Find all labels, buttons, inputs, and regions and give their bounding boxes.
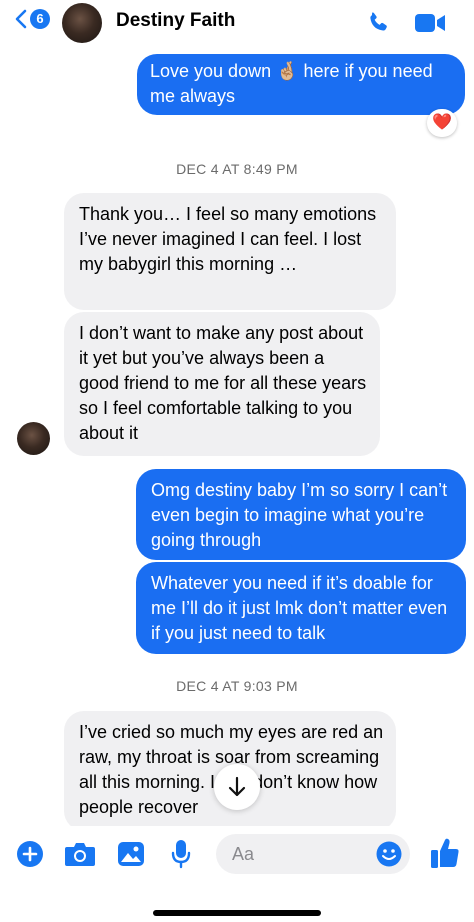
microphone-icon[interactable]	[171, 839, 191, 869]
scroll-to-bottom-button[interactable]	[214, 764, 260, 810]
back-button[interactable]: 6	[14, 9, 50, 29]
chat-header: 6 Destiny Faith	[0, 0, 474, 46]
message-outgoing[interactable]: Whatever you need if it’s doable for me …	[136, 562, 466, 654]
photo-gallery-icon[interactable]	[117, 841, 145, 867]
message-incoming[interactable]: I don’t want to make any post about it y…	[64, 312, 380, 456]
message-timestamp: DEC 4 AT 8:49 PM	[176, 161, 298, 177]
message-outgoing[interactable]: Love you down 🤞🏼 here if you need me alw…	[137, 54, 465, 115]
heart-reaction-icon[interactable]: ❤️	[427, 109, 457, 137]
arrow-down-icon	[228, 776, 246, 797]
camera-icon[interactable]	[64, 841, 96, 867]
contact-avatar-small[interactable]	[17, 422, 50, 455]
contact-avatar[interactable]	[62, 3, 102, 43]
message-composer: Aa	[0, 826, 474, 922]
video-call-icon[interactable]	[414, 12, 446, 34]
emoji-icon[interactable]	[376, 841, 402, 867]
thumbs-up-icon[interactable]	[430, 837, 460, 869]
chevron-left-icon	[15, 9, 27, 29]
phone-call-icon[interactable]	[365, 10, 391, 36]
contact-name[interactable]: Destiny Faith	[116, 10, 235, 32]
home-indicator	[153, 910, 321, 916]
message-input[interactable]: Aa	[216, 834, 410, 874]
plus-icon[interactable]	[16, 840, 44, 868]
message-timestamp: DEC 4 AT 9:03 PM	[176, 678, 298, 694]
message-input-placeholder: Aa	[232, 844, 255, 864]
unread-count-badge: 6	[30, 9, 50, 29]
message-incoming[interactable]: Thank you… I feel so many emotions I’ve …	[64, 193, 396, 310]
message-outgoing[interactable]: Omg destiny baby I’m so sorry I can’t ev…	[136, 469, 466, 560]
